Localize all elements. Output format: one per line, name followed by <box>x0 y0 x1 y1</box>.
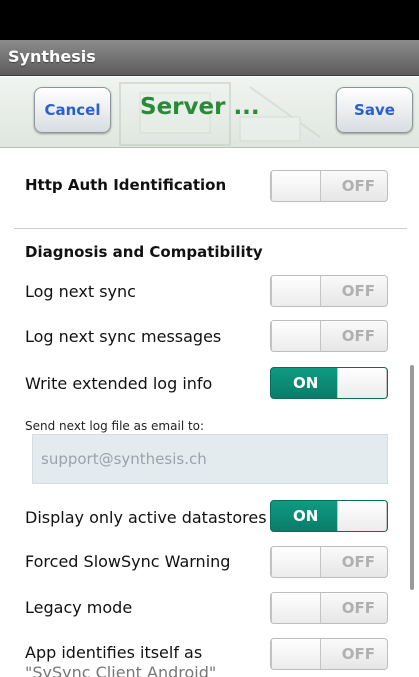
toggle-state: OFF <box>341 327 375 345</box>
email-placeholder: support@synthesis.ch <box>41 450 207 468</box>
toggle-state: OFF <box>341 282 375 300</box>
section-divider <box>14 228 407 229</box>
toggle-state: OFF <box>341 177 375 195</box>
log-next-sync-toggle[interactable]: OFF <box>270 275 388 307</box>
forced-slowsync-label: Forced SlowSync Warning <box>25 552 231 571</box>
send-log-email-field[interactable]: support@synthesis.ch <box>32 434 388 484</box>
toggle-state: ON <box>293 507 319 525</box>
cancel-button[interactable]: Cancel <box>34 87 111 133</box>
status-bar <box>0 0 419 40</box>
toggle-knob <box>337 368 387 398</box>
toggle-knob <box>337 501 387 531</box>
page-title: Server ... <box>140 94 260 120</box>
toggle-state: OFF <box>341 599 375 617</box>
nav-bar: Cancel Server ... Save <box>0 77 419 148</box>
app-identifies-toggle[interactable]: OFF <box>270 638 388 670</box>
toggle-state: OFF <box>341 645 375 663</box>
toggle-knob <box>271 593 321 623</box>
app-identifies-label: App identifies itself as <box>25 643 203 662</box>
toggle-knob <box>271 321 321 351</box>
app-identifies-sublabel: "SySync Client Android" <box>25 663 217 677</box>
section-header-diagnosis: Diagnosis and Compatibility <box>25 243 263 261</box>
save-button[interactable]: Save <box>336 87 413 133</box>
write-extended-log-toggle[interactable]: ON <box>270 367 388 399</box>
scrollbar[interactable] <box>410 365 414 590</box>
toggle-state: OFF <box>341 553 375 571</box>
log-next-sync-label: Log next sync <box>25 282 136 301</box>
display-active-datastores-label: Display only active datastores <box>25 508 267 527</box>
http-auth-toggle[interactable]: OFF <box>270 170 388 202</box>
app-title: Synthesis <box>8 47 96 66</box>
toggle-knob <box>271 639 321 669</box>
legacy-mode-label: Legacy mode <box>25 598 133 617</box>
toggle-state: ON <box>293 374 319 392</box>
write-extended-log-label: Write extended log info <box>25 374 213 393</box>
log-next-sync-messages-label: Log next sync messages <box>25 327 222 346</box>
app-titlebar: Synthesis <box>0 40 419 76</box>
send-log-email-label: Send next log file as email to: <box>25 419 205 433</box>
log-next-sync-messages-toggle[interactable]: OFF <box>270 320 388 352</box>
toggle-knob <box>271 276 321 306</box>
forced-slowsync-toggle[interactable]: OFF <box>270 546 388 578</box>
display-active-datastores-toggle[interactable]: ON <box>270 500 388 532</box>
toggle-knob <box>271 547 321 577</box>
legacy-mode-toggle[interactable]: OFF <box>270 592 388 624</box>
http-auth-label: Http Auth Identification <box>25 176 227 194</box>
toggle-knob <box>271 171 321 201</box>
